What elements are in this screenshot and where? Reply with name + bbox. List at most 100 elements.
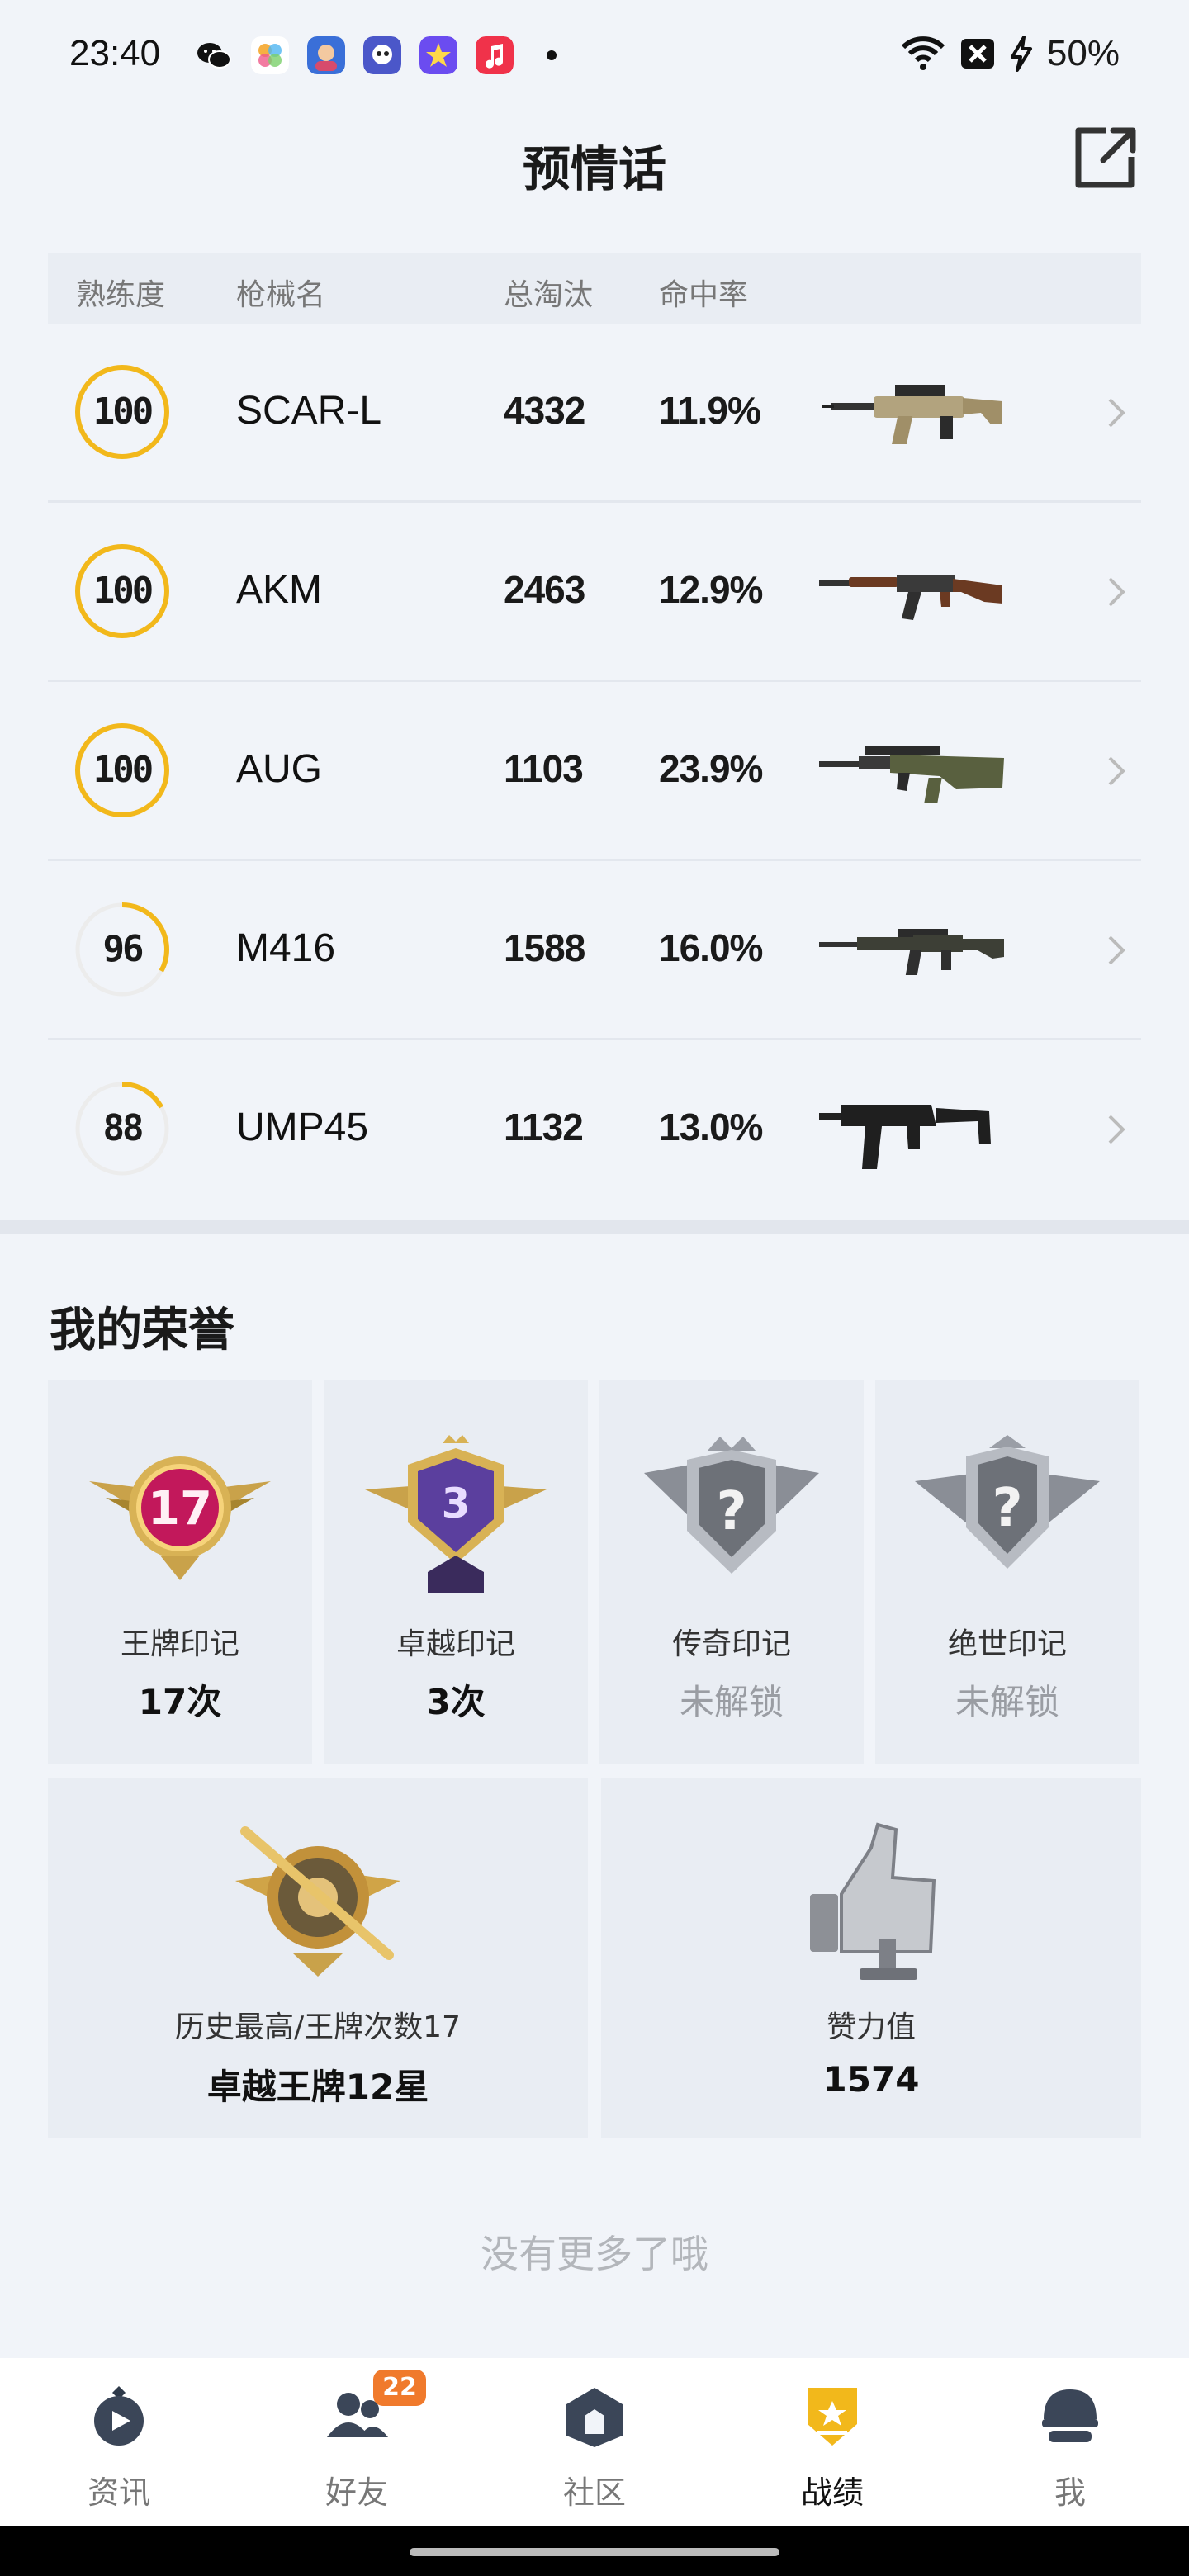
weapon-table-header: 熟练度 枪械名 总淘汰 命中率 (48, 253, 1141, 324)
honor-value-locked: 未解锁 (679, 1682, 784, 1722)
nav-stats[interactable]: 战绩 (713, 2358, 951, 2526)
notification-icons (195, 36, 557, 74)
hit-rate: 11.9% (659, 389, 761, 432)
column-mastery: 熟练度 (76, 278, 166, 312)
history-best-label: 历史最高/王牌次数17 (175, 2010, 461, 2044)
wechat-icon (197, 43, 231, 69)
status-time: 23:40 (69, 33, 161, 73)
nav-label: 战绩 (800, 2474, 864, 2511)
home-indicator[interactable] (410, 2548, 779, 2556)
honor-value: 17次 (138, 1682, 222, 1722)
total-kills: 2463 (504, 568, 585, 611)
peerless-mark-emblem-locked: ? (915, 1435, 1100, 1569)
nav-label: 我 (1054, 2474, 1086, 2511)
honor-card-excellence[interactable]: 3 卓越印记 3次 (324, 1380, 588, 1764)
scar-l-rifle-icon (822, 385, 1002, 444)
thumbs-up-trophy-icon (810, 1822, 936, 1980)
honor-value: 3次 (426, 1682, 486, 1722)
weapon-name: AKM (236, 568, 323, 612)
question-mark-icon: ? (716, 1481, 746, 1542)
stats-icon (808, 2388, 857, 2446)
honor-label: 王牌印记 (120, 1627, 239, 1661)
nav-label: 好友 (324, 2474, 388, 2511)
honor-label: 卓越印记 (396, 1627, 515, 1661)
nav-profile[interactable]: 我 (951, 2358, 1189, 2526)
weapon-name: SCAR-L (236, 389, 382, 433)
total-kills: 1103 (504, 747, 584, 790)
status-bar: 23:40 50% (0, 0, 1189, 116)
friends-count-badge: 22 (373, 2370, 426, 2406)
mastery-value: 100 (92, 570, 154, 612)
weapon-name: UMP45 (236, 1106, 369, 1149)
mastery-value: 100 (92, 749, 154, 791)
music-app-icon (476, 36, 514, 74)
section-divider (0, 1220, 1189, 1234)
honor-section-title: 我的荣誉 (50, 1304, 234, 1357)
game-app-icon-2 (363, 36, 401, 74)
nav-community[interactable]: 社区 (476, 2358, 713, 2526)
weapon-row-aug[interactable]: 100 AUG 1103 23.9% (48, 682, 1141, 861)
excellence-mark-count-glyph: 3 (442, 1480, 471, 1527)
column-hit-rate: 命中率 (659, 278, 749, 312)
hit-rate: 13.0% (659, 1106, 763, 1148)
likes-label: 赞力值 (826, 2010, 916, 2044)
weapon-row-m416[interactable]: 96 M416 1588 16.0% (48, 861, 1141, 1040)
column-total-kills: 总淘汰 (504, 278, 594, 312)
honor-card-peerless[interactable]: ? 绝世印记 未解锁 (875, 1380, 1139, 1764)
likes-card[interactable]: 赞力值 1574 (601, 1778, 1141, 2138)
nav-news[interactable]: 资讯 (0, 2358, 238, 2526)
honor-label: 绝世印记 (947, 1627, 1067, 1661)
hit-rate: 12.9% (659, 568, 763, 611)
charging-icon (1010, 36, 1032, 72)
ace-mark-count-glyph: 17 (148, 1482, 212, 1536)
page-title: 预情话 (522, 141, 666, 197)
aug-rifle-icon (819, 746, 1004, 803)
hit-rate: 16.0% (659, 926, 763, 969)
mastery-value: 100 (92, 391, 154, 433)
game-app-icon (307, 36, 345, 74)
mastery-value: 96 (102, 928, 144, 970)
chevron-right-icon[interactable] (1105, 755, 1128, 788)
history-best-value: 卓越王牌12星 (206, 2067, 429, 2107)
weapon-row-akm[interactable]: 100 AKM 2463 12.9% (48, 503, 1141, 682)
honor-value-locked: 未解锁 (955, 1682, 1059, 1722)
ace-rifle-emblem (235, 1826, 400, 1977)
chevron-right-icon[interactable] (1105, 1113, 1128, 1146)
end-of-list-text: 没有更多了哦 (481, 2232, 708, 2276)
akm-rifle-icon (819, 575, 1002, 620)
chevron-right-icon[interactable] (1105, 934, 1128, 967)
weapon-row-scar-l[interactable]: 100 SCAR-L 4332 11.9% (48, 324, 1141, 503)
nav-label: 社区 (562, 2474, 626, 2511)
legend-mark-emblem-locked: ? (644, 1437, 819, 1574)
ump45-smg-icon (819, 1105, 991, 1169)
column-weapon-name: 枪械名 (236, 278, 326, 312)
total-kills: 1588 (504, 926, 585, 969)
honor-card-ace[interactable]: 17 王牌印记 17次 (48, 1380, 312, 1764)
chevron-right-icon[interactable] (1105, 575, 1128, 608)
nav-label: 资讯 (87, 2474, 150, 2511)
question-mark-icon: ? (992, 1478, 1022, 1539)
m416-rifle-icon (819, 929, 1004, 975)
honor-card-legend[interactable]: ? 传奇印记 未解锁 (599, 1380, 864, 1764)
battery-level: 50% (1046, 33, 1120, 73)
status-right: 50% (900, 33, 1120, 74)
chevron-right-icon[interactable] (1105, 396, 1128, 429)
ace-mark-emblem: 17 (89, 1456, 271, 1580)
wifi-icon (901, 36, 945, 70)
sim-blocked-icon (960, 39, 994, 69)
likes-value: 1574 (822, 2059, 920, 2100)
weapon-name: AUG (236, 747, 323, 791)
total-kills: 1132 (504, 1106, 584, 1148)
total-kills: 4332 (504, 389, 585, 432)
nav-friends[interactable]: 22 好友 (238, 2358, 476, 2526)
excellence-mark-emblem: 3 (365, 1435, 547, 1593)
bottom-nav: 资讯 22 好友 社区 战绩 我 (0, 2358, 1189, 2526)
hit-rate: 23.9% (659, 747, 763, 790)
share-icon[interactable] (1070, 124, 1139, 193)
history-best-card[interactable]: 历史最高/王牌次数17 卓越王牌12星 (48, 1778, 588, 2138)
weapon-row-ump45[interactable]: 88 UMP45 1132 13.0% (48, 1040, 1141, 1217)
photos-icon (251, 36, 289, 74)
star-app-icon (419, 36, 457, 74)
news-icon (94, 2386, 144, 2446)
weapon-list: 100 SCAR-L 4332 11.9% 100 AKM 2463 12.9% (48, 324, 1141, 1217)
